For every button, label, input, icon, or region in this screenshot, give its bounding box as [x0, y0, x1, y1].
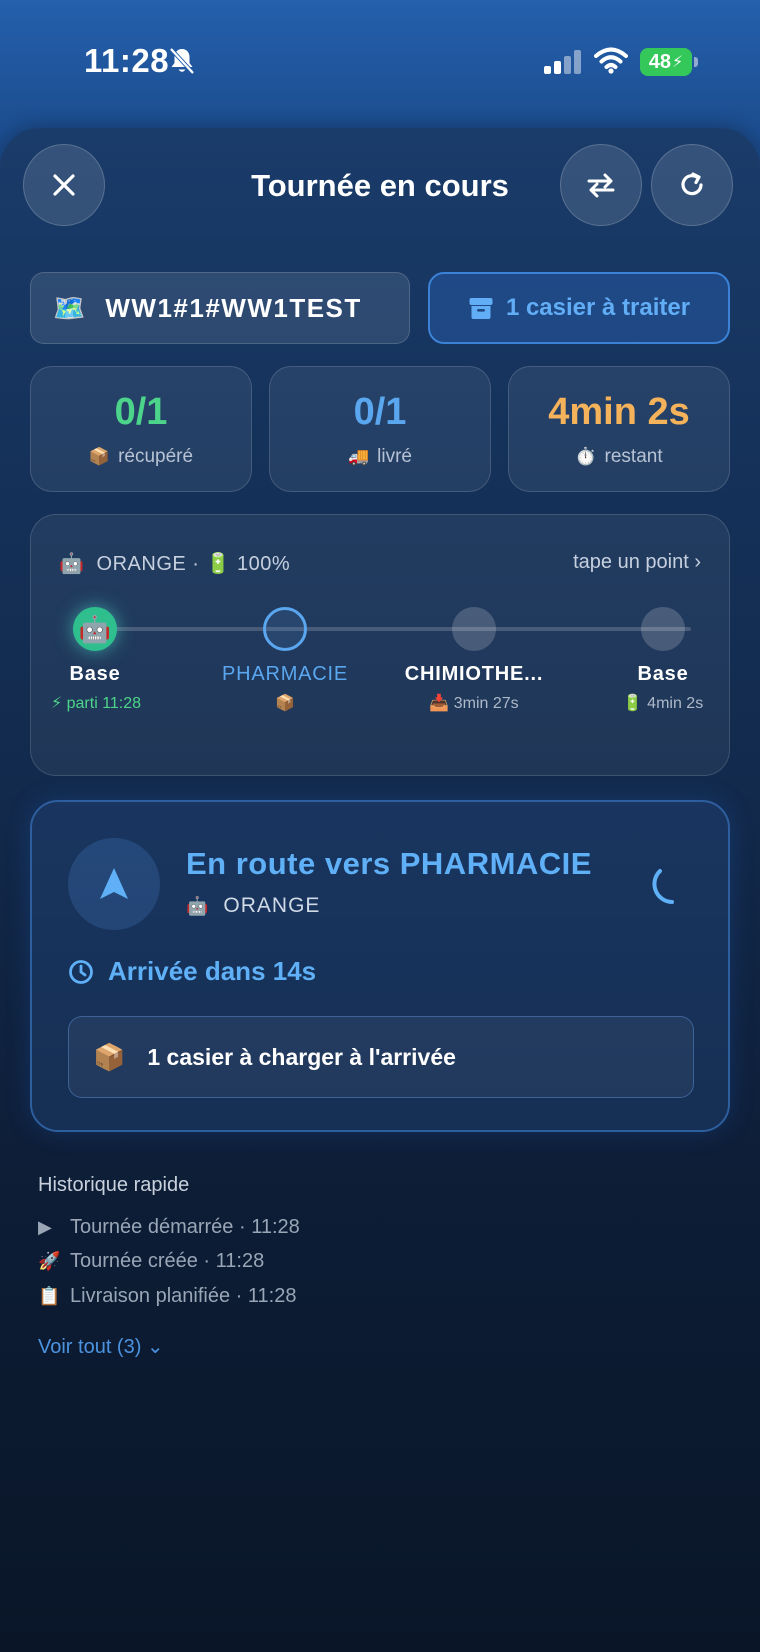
status-time: 11:28 [84, 42, 170, 79]
timeline-robot-status: 🤖 ORANGE · 🔋 100% [59, 551, 290, 576]
timeline-node-pharmacie[interactable] [263, 607, 307, 651]
stat-value: 0/1 [353, 391, 407, 433]
timeline-node-base-end[interactable] [641, 607, 685, 651]
stopwatch-icon: ⏱️ [575, 447, 597, 466]
wifi-icon [594, 47, 628, 74]
history-item: 📋 Livraison planifiée · 11:28 [38, 1285, 296, 1308]
see-all-history-link[interactable]: Voir tout (3) ⌄ [38, 1334, 164, 1359]
active-robot: 🤖 ORANGE [186, 894, 320, 918]
history-item-text: Tournée démarrée · 11:28 [70, 1216, 300, 1238]
stat-label-text: récupéré [118, 446, 194, 467]
battery-indicator: 48 ⚡ [640, 48, 698, 76]
timeline-stop-sub: ⚡ parti 11:28 [50, 695, 142, 712]
stat-label-text: restant [604, 446, 663, 467]
refresh-button[interactable] [651, 144, 733, 226]
history-item-text: Tournée créée · 11:28 [70, 1250, 265, 1272]
charging-icon: ⚡ [672, 54, 684, 71]
clock-icon [69, 959, 93, 984]
timeline-track [99, 627, 691, 631]
package-icon: 📦 [88, 447, 111, 466]
active-leg-card[interactable]: En route vers PHARMACIE 🤖 ORANGE Arrivée … [30, 800, 730, 1132]
timeline-stop-sub: 🔋 4min 2s [622, 695, 704, 712]
stat-card-restant: 4min 2s ⏱️ restant [508, 366, 730, 492]
stat-card-recupere: 0/1 📦 récupéré [30, 366, 252, 492]
timeline-stop-sub: 📦 [275, 695, 295, 712]
active-robot-name: ORANGE [223, 894, 321, 917]
robot-battery-text: ORANGE · 🔋 100% [96, 553, 291, 575]
bell-muted-icon [169, 47, 195, 75]
stat-label: 🚚 livré [270, 446, 490, 468]
timeline-stop-sub: 📥 3min 27s [429, 695, 519, 712]
stat-label: ⏱️ restant [509, 446, 729, 468]
casier-label: 1 casier à traiter [505, 294, 691, 321]
stat-value: 0/1 [114, 391, 168, 433]
route-code-chip[interactable]: 🗺️ WW1#1#WW1TEST [30, 272, 410, 344]
battery-level: 48 [648, 50, 671, 73]
navigation-arrow-icon [100, 868, 128, 899]
history-item: 🚀 Tournée créée · 11:28 [38, 1250, 264, 1273]
page-title: Tournée en cours [251, 168, 509, 203]
map-icon: 🗺️ [53, 292, 86, 323]
timeline-card: 🤖 ORANGE · 🔋 100% tape un point › 🤖 Base… [30, 514, 730, 776]
stat-label-text: livré [377, 446, 412, 467]
signal-icon [544, 50, 581, 74]
truck-icon: 🚚 [347, 447, 370, 466]
clipboard-icon: 📋 [38, 1286, 61, 1306]
casier-to-process-button[interactable]: 1 casier à traiter [428, 272, 730, 344]
eta-row: Arrivée dans 14s [68, 956, 316, 987]
timeline-node-chimiotherapie[interactable] [452, 607, 496, 651]
swap-button[interactable] [560, 144, 642, 226]
stat-card-livre: 0/1 🚚 livré [269, 366, 491, 492]
stat-label: 📦 récupéré [31, 446, 251, 468]
timeline-stop-name: Base [637, 663, 689, 685]
load-instruction: 📦 1 casier à charger à l'arrivée [68, 1016, 694, 1098]
stat-value: 4min 2s [548, 391, 690, 433]
active-leg-title: En route vers PHARMACIE [186, 846, 592, 881]
timeline-node-base-start[interactable]: 🤖 [73, 607, 117, 651]
swap-arrows-icon [587, 173, 615, 198]
load-instruction-text: 1 casier à charger à l'arrivée [147, 1043, 456, 1070]
robot-icon: 🤖 [78, 613, 112, 644]
timeline-stop-name: Base [69, 663, 121, 685]
timeline-stop-name: CHIMIOTHE... [404, 663, 544, 685]
loading-spinner-icon [652, 869, 674, 904]
history-item: ▶ Tournée démarrée · 11:28 [38, 1216, 300, 1239]
timeline-stop-name: PHARMACIE [221, 663, 349, 685]
refresh-icon [681, 172, 703, 196]
package-icon: 📦 [93, 1041, 126, 1072]
archive-box-icon [469, 298, 493, 319]
navigation-badge [68, 838, 160, 930]
timeline-hint: tape un point › [573, 551, 701, 573]
route-code: WW1#1#WW1TEST [105, 292, 362, 323]
robot-icon: 🤖 [186, 896, 210, 916]
status-bar: 11:28 48 ⚡ [0, 0, 760, 124]
history-title: Historique rapide [38, 1174, 190, 1196]
robot-icon: 🤖 [59, 553, 85, 575]
play-icon: ▶ [38, 1217, 52, 1237]
rocket-icon: 🚀 [38, 1251, 61, 1271]
eta-text: Arrivée dans 14s [108, 956, 317, 986]
history-item-text: Livraison planifiée · 11:28 [70, 1285, 297, 1307]
